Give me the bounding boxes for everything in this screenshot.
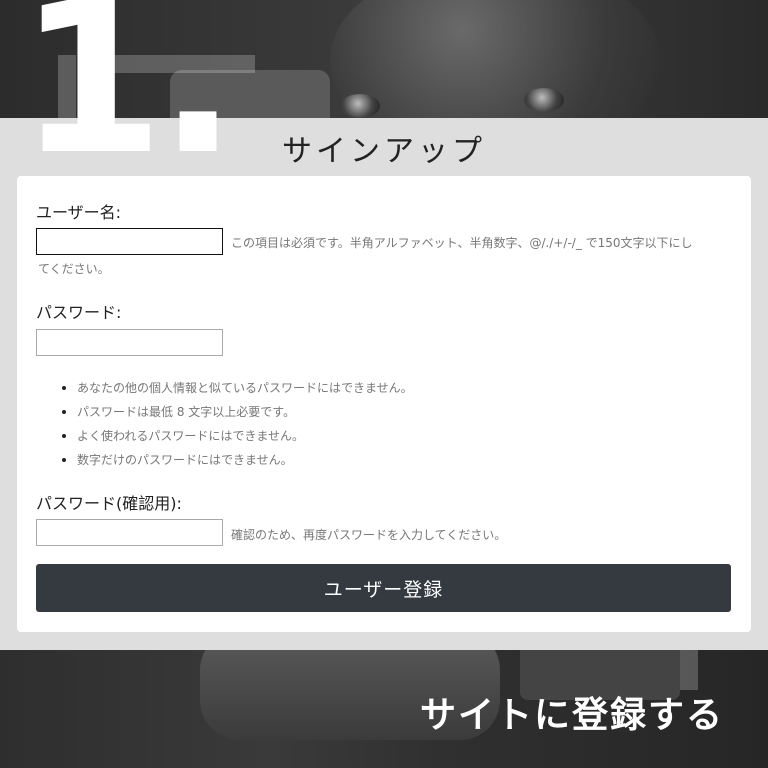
username-input[interactable] bbox=[36, 228, 223, 255]
page-title: サインアップ bbox=[282, 134, 486, 169]
password-label: パスワード: bbox=[36, 303, 122, 322]
decorative-line bbox=[680, 650, 698, 690]
password-rule: 数字だけのパスワードにはできません。 bbox=[77, 448, 413, 472]
password-rule: あなたの他の個人情報と似ているパスワードにはできません。 bbox=[77, 376, 413, 400]
signup-form: ユーザー名: この項目は必須です。半角アルファベット、半角数字、@/./+/-/… bbox=[17, 176, 751, 632]
username-help-text: この項目は必須です。半角アルファベット、半角数字、@/./+/-/_ で150文… bbox=[231, 236, 693, 250]
password-input[interactable] bbox=[36, 329, 223, 356]
password-confirm-help-text: 確認のため、再度パスワードを入力してください。 bbox=[231, 528, 507, 542]
username-label: ユーザー名: bbox=[36, 203, 122, 222]
caption-text: サイトに登録する bbox=[419, 695, 724, 736]
password-rule: よく使われるパスワードにはできません。 bbox=[77, 424, 413, 448]
password-rule: パスワードは最低 8 文字以上必要です。 bbox=[77, 400, 413, 424]
username-help-text-cont: てください。 bbox=[38, 262, 110, 276]
password-rules-list: あなたの他の個人情報と似ているパスワードにはできません。 パスワードは最低 8 … bbox=[57, 376, 413, 472]
register-button[interactable]: ユーザー登録 bbox=[36, 564, 731, 612]
password-confirm-label: パスワード(確認用): bbox=[36, 494, 182, 513]
password-confirm-input[interactable] bbox=[36, 519, 223, 546]
